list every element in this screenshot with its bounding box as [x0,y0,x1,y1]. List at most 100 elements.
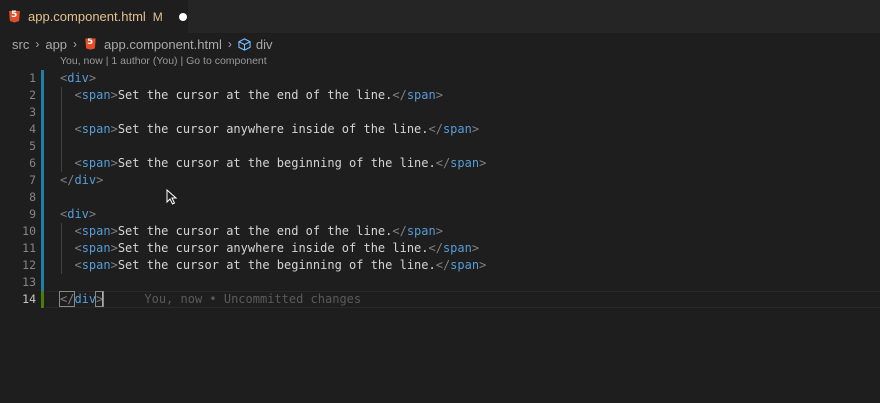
code-token: > [435,88,443,102]
git-modified-indicator[interactable] [41,206,44,223]
cube-icon [238,37,251,51]
git-modified-indicator[interactable] [41,240,44,257]
code-content: <span>Set the cursor at the end of the l… [60,87,443,104]
code-token: span [81,258,111,272]
code-content: <span>Set the cursor anywhere inside of … [60,240,479,257]
code-token: > [110,224,118,238]
code-token: span [81,224,111,238]
line-number: 6 [29,156,36,170]
code-line[interactable]: 11 <span>Set the cursor anywhere inside … [0,240,880,257]
code-token: < [74,241,82,255]
code-token: div [67,71,89,85]
modified-badge: M [152,9,163,24]
line-number: 8 [29,190,36,204]
code-line[interactable]: 1 <div> [0,70,880,87]
code-token: div [74,173,97,187]
code-token: > [110,122,118,136]
git-modified-indicator[interactable] [41,87,44,104]
code-token: span [81,241,111,255]
git-modified-indicator[interactable] [41,121,44,138]
chevron-right-icon: › [73,37,78,51]
code-token: </ [58,291,76,307]
git-modified-indicator[interactable] [41,223,44,240]
git-modified-indicator[interactable] [41,172,44,189]
code-line[interactable]: 7 </div> [0,172,880,189]
git-modified-indicator[interactable] [41,104,44,121]
git-modified-indicator[interactable] [41,138,44,155]
code-line[interactable]: 3 [0,104,880,121]
code-token: span [81,156,111,170]
codelens-go-to-component[interactable]: Go to component [186,55,267,67]
line-number: 4 [29,122,36,136]
code-token: span [81,88,111,102]
code-token: > [88,71,97,85]
code-token: Set the cursor at the end of the line. [117,88,393,102]
code-line[interactable]: 14 </div> You, now • Uncommitted changes [0,291,880,308]
code-token: > [471,122,480,136]
tab-bar: app.component.html M [0,0,880,33]
code-line[interactable]: 8 [0,189,880,206]
code-line[interactable]: 6 <span>Set the cursor at the beginning … [0,155,880,172]
html5-icon [85,38,96,50]
codelens: You, now | 1 author (You) | Go to compon… [60,55,267,68]
code-token: < [74,224,82,238]
tab-title: app.component.html [28,9,146,24]
code-token: </ [435,156,451,170]
unsaved-dot-icon[interactable] [178,12,187,21]
code-token: </ [60,173,75,187]
git-modified-indicator[interactable] [41,189,44,206]
breadcrumb-item-div[interactable]: div [256,37,273,52]
line-number: 5 [29,139,36,153]
line-number: 10 [22,224,36,238]
code-token: > [479,156,487,170]
code-line[interactable]: 5 [0,138,880,155]
code-token: > [110,241,118,255]
code-line[interactable]: 12 <span>Set the cursor at the beginning… [0,257,880,274]
git-modified-indicator[interactable] [41,274,44,291]
git-modified-indicator[interactable] [41,70,44,87]
breadcrumb-item-file[interactable]: app.component.html [104,37,222,52]
code-content: <span>Set the cursor at the beginning of… [60,257,486,274]
code-token: > [471,241,480,255]
git-modified-indicator[interactable] [41,257,44,274]
line-number: 12 [22,258,36,272]
tab-app-component-html[interactable]: app.component.html M [0,0,188,33]
code-token: Set the cursor at the end of the line. [117,224,393,238]
git-blame-annotation: You, now • Uncommitted changes [144,292,362,306]
code-line[interactable]: 13 [0,274,880,291]
code-token: > [110,258,118,272]
code-token: Set the cursor at the beginning of the l… [117,258,436,272]
git-added-indicator[interactable] [41,291,44,308]
breadcrumb-item-src[interactable]: src [12,37,29,52]
indent-guide [61,223,62,274]
chevron-right-icon: › [35,37,40,51]
breadcrumb: src › app › app.component.html › div [12,35,272,53]
code-token: </ [428,122,443,136]
codelens-author-info[interactable]: You, now | 1 author (You) [60,55,178,67]
code-line[interactable]: 10 <span>Set the cursor at the end of th… [0,223,880,240]
codelens-separator: | [177,55,187,67]
line-number: 1 [29,71,36,85]
code-content: </div> You, now • Uncommitted changes [58,291,362,308]
code-token: < [74,258,82,272]
code-line[interactable]: 9 <div> [0,206,880,223]
code-content: <div> [60,70,96,87]
code-token: span [81,122,111,136]
code-token: </ [392,224,407,238]
code-line[interactable]: 2 <span>Set the cursor at the end of the… [0,87,880,104]
line-number: 14 [22,292,36,306]
code-token: </ [435,258,451,272]
code-token: > [435,224,443,238]
code-line[interactable]: 4 <span>Set the cursor anywhere inside o… [0,121,880,138]
git-modified-indicator[interactable] [41,155,44,172]
breadcrumb-item-app[interactable]: app [45,37,67,52]
code-token: Set the cursor at the beginning of the l… [117,156,436,170]
line-number: 13 [22,275,36,289]
code-token: span [442,122,472,136]
code-token: Set the cursor anywhere inside of the li… [117,122,429,136]
